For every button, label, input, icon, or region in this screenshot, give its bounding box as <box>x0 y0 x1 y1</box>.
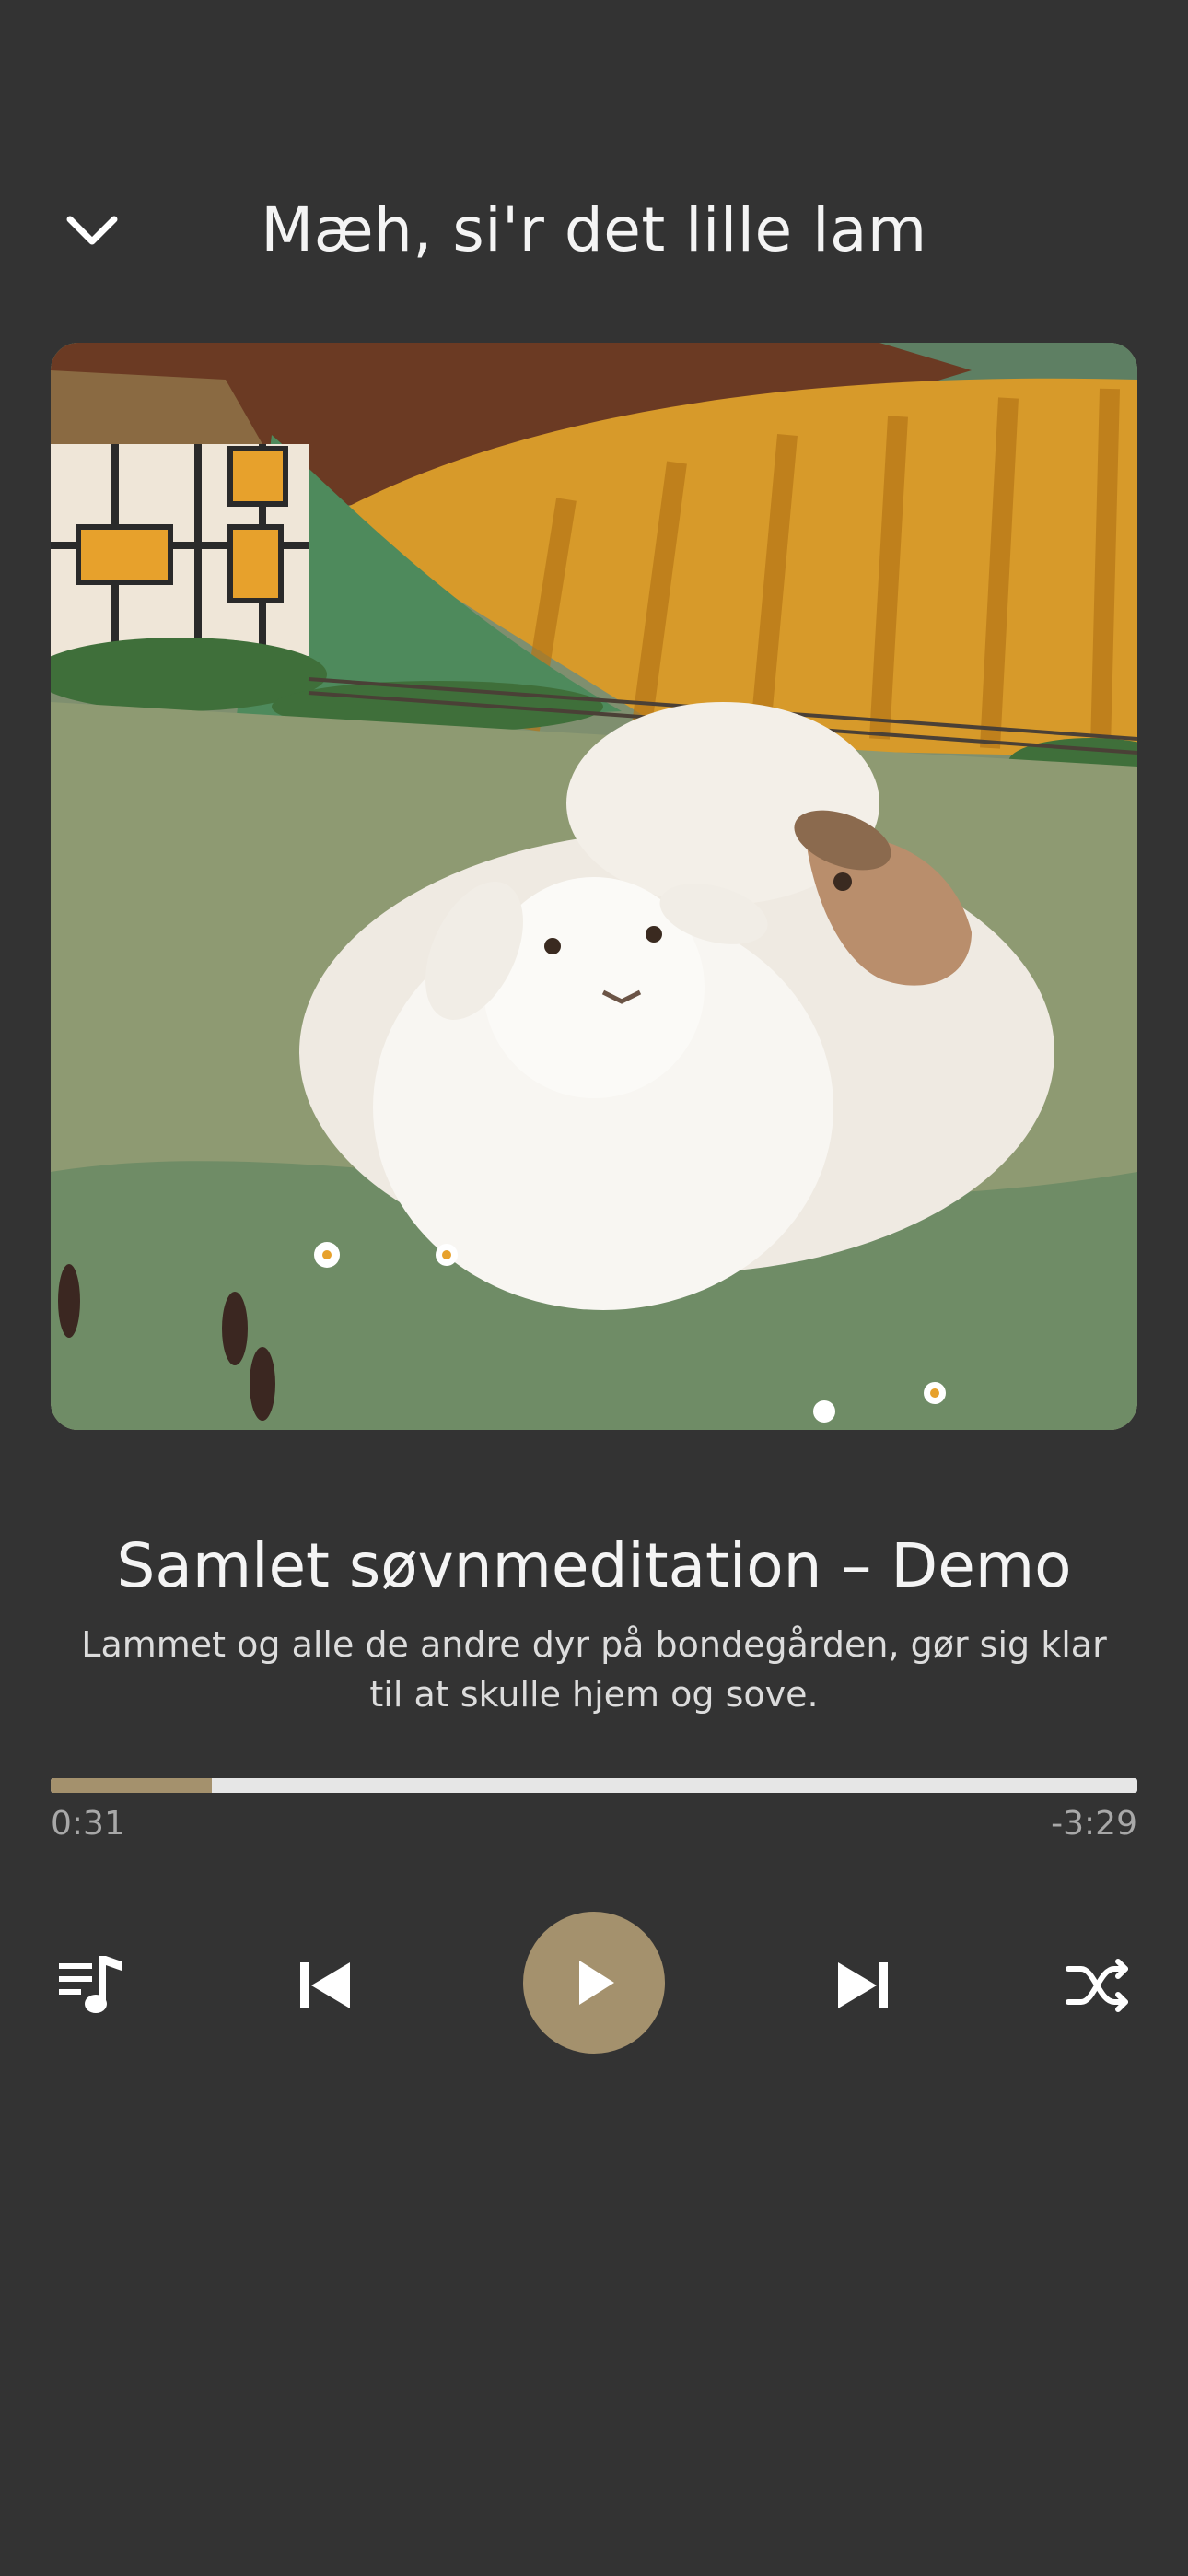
album-artwork <box>51 343 1137 1430</box>
skip-next-icon[interactable] <box>826 1949 900 2022</box>
track-title: Samlet søvnmeditation – Demo <box>116 1530 1072 1601</box>
remaining-time: -3:29 <box>1051 1805 1137 1843</box>
progress-bar[interactable] <box>51 1778 1137 1793</box>
play-icon <box>579 1961 614 2005</box>
play-button[interactable] <box>523 1912 665 2054</box>
player-header: Mæh, si'r det lille lam <box>0 157 1188 304</box>
playback-controls <box>0 1912 1188 2059</box>
track-description: Lammet og alle de andre dyr på bondegård… <box>81 1624 1107 1715</box>
skip-previous-icon[interactable] <box>288 1949 362 2022</box>
shuffle-icon[interactable] <box>1061 1949 1135 2022</box>
playlist-music-icon[interactable] <box>53 1949 127 2022</box>
elapsed-time: 0:31 <box>51 1805 125 1843</box>
progress-track <box>51 1778 1137 1793</box>
page-title: Mæh, si'r det lille lam <box>261 194 927 265</box>
progress-fill <box>51 1778 212 1793</box>
